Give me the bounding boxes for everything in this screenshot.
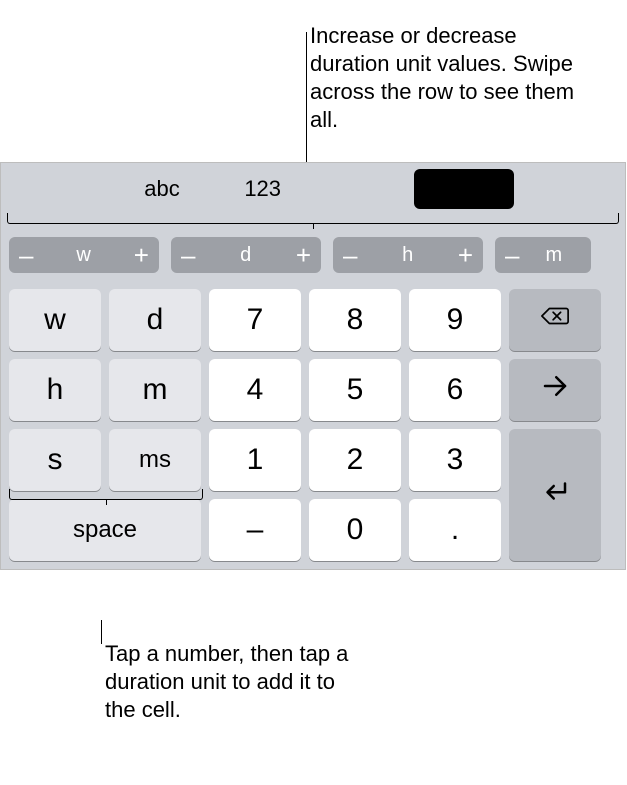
backspace-icon	[540, 301, 570, 339]
text-mode-button[interactable]: abc	[112, 169, 213, 209]
key-label: space	[73, 516, 137, 544]
minus-icon[interactable]: –	[505, 242, 519, 268]
num-key-0[interactable]: 0	[309, 499, 401, 561]
stepper-minutes[interactable]: – m	[495, 237, 591, 273]
duration-mode-button[interactable]	[414, 169, 515, 209]
key-label: w	[44, 303, 66, 337]
duration-keyboard: abc 123	[0, 162, 626, 570]
unit-key-h[interactable]: h	[9, 359, 101, 421]
date-mode-button[interactable]	[313, 169, 414, 209]
num-key-4[interactable]: 4	[209, 359, 301, 421]
next-key[interactable]	[509, 359, 601, 421]
format-mode-button[interactable]	[11, 169, 112, 209]
key-label: 4	[247, 373, 264, 407]
stepper-hours[interactable]: – h +	[333, 237, 483, 273]
plus-icon[interactable]: +	[296, 242, 311, 268]
return-key[interactable]	[509, 429, 601, 561]
minus-icon[interactable]: –	[19, 242, 33, 268]
num-key-9[interactable]: 9	[409, 289, 501, 351]
unit-key-ms[interactable]: ms	[109, 429, 201, 491]
num-key-2[interactable]: 2	[309, 429, 401, 491]
key-label: 7	[247, 303, 264, 337]
decimal-key[interactable]: .	[409, 499, 501, 561]
space-key[interactable]: space	[9, 499, 201, 561]
abc-label: abc	[144, 176, 179, 202]
key-label: s	[48, 443, 63, 477]
stepper-unit-label: h	[402, 244, 413, 267]
key-label: d	[147, 303, 164, 337]
num-key-7[interactable]: 7	[209, 289, 301, 351]
minus-key[interactable]: –	[209, 499, 301, 561]
key-label: 1	[247, 443, 264, 477]
unit-key-d[interactable]: d	[109, 289, 201, 351]
key-label: 0	[347, 513, 364, 547]
key-label: 3	[447, 443, 464, 477]
num-key-5[interactable]: 5	[309, 359, 401, 421]
unit-key-w[interactable]: w	[9, 289, 101, 351]
return-icon	[540, 476, 570, 514]
key-label: 8	[347, 303, 364, 337]
keyboard-mode-toolbar: abc 123	[1, 163, 625, 215]
key-label: 5	[347, 373, 364, 407]
num-key-6[interactable]: 6	[409, 359, 501, 421]
minus-icon[interactable]: –	[343, 242, 357, 268]
key-label: ms	[139, 446, 171, 474]
key-label: m	[143, 373, 168, 407]
callout-top: Increase or decrease duration unit value…	[310, 22, 600, 134]
stepper-unit-label: w	[76, 244, 90, 267]
callout-bottom: Tap a number, then tap a duration unit t…	[105, 640, 365, 724]
key-label: –	[247, 513, 264, 547]
keypad: w d 7 8 9 h m 4 5 6	[1, 281, 625, 569]
key-label: 9	[447, 303, 464, 337]
quick-mode-button[interactable]	[514, 169, 615, 209]
unit-key-m[interactable]: m	[109, 359, 201, 421]
number-mode-button[interactable]: 123	[212, 169, 313, 209]
callout-bottom-leader	[101, 620, 102, 644]
stepper-days[interactable]: – d +	[171, 237, 321, 273]
backspace-key[interactable]	[509, 289, 601, 351]
num-key-1[interactable]: 1	[209, 429, 301, 491]
plus-icon[interactable]: +	[134, 242, 149, 268]
key-label: .	[451, 513, 459, 547]
key-label: 6	[447, 373, 464, 407]
stepper-unit-label: d	[240, 244, 251, 267]
minus-icon[interactable]: –	[181, 242, 195, 268]
num-key-3[interactable]: 3	[409, 429, 501, 491]
plus-icon[interactable]: +	[458, 242, 473, 268]
toolbar-bracket	[7, 213, 619, 224]
key-label: 2	[347, 443, 364, 477]
unit-key-s[interactable]: s	[9, 429, 101, 491]
num-key-8[interactable]: 8	[309, 289, 401, 351]
unit-keys-bracket	[9, 489, 203, 500]
arrow-right-icon	[540, 371, 570, 409]
123-label: 123	[244, 176, 281, 202]
stepper-weeks[interactable]: – w +	[9, 237, 159, 273]
key-label: h	[47, 373, 64, 407]
stepper-unit-label: m	[545, 244, 562, 267]
